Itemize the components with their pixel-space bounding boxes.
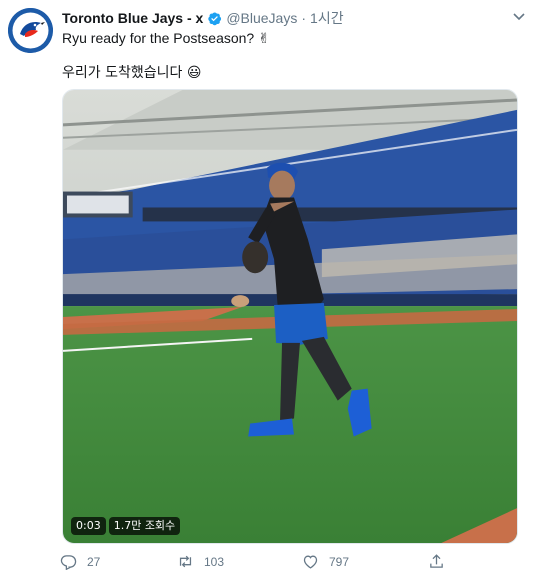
tweet-text-line1: Ryu ready for the Postseason? ✌: [62, 30, 270, 46]
tweet-card[interactable]: Toronto Blue Jays - x @BlueJays · 1시간 Ry…: [0, 0, 533, 575]
retweet-count: 103: [204, 554, 225, 569]
video-frame: [63, 90, 517, 543]
verified-icon: [207, 11, 222, 26]
separator-dot: ·: [301, 10, 307, 26]
reply-button[interactable]: 27: [60, 553, 100, 570]
user-handle[interactable]: @BlueJays: [226, 10, 297, 26]
caret-down-icon[interactable]: [511, 8, 527, 24]
like-count: 797: [329, 554, 350, 569]
video-duration: 0:03: [71, 517, 106, 535]
reply-icon: [60, 555, 77, 570]
avatar[interactable]: [8, 8, 53, 53]
tweet-header: Toronto Blue Jays - x @BlueJays · 1시간: [62, 8, 523, 28]
retweet-icon: [179, 555, 192, 568]
display-name[interactable]: Toronto Blue Jays - x: [62, 10, 203, 26]
reply-count: 27: [87, 554, 101, 569]
video-views: 1.7만 조회수: [108, 517, 181, 535]
video-badges: 0:03 1.7만 조회수: [71, 517, 183, 535]
like-icon: [303, 555, 318, 569]
tweet-text-line2: 우리가 도착했습니다 😃: [62, 65, 202, 81]
share-button[interactable]: [428, 553, 455, 570]
retweet-button[interactable]: 103: [177, 553, 224, 570]
tweet-actions: 27 103 797: [60, 553, 460, 573]
video-player[interactable]: 0:03 1.7만 조회수: [62, 89, 518, 544]
like-button[interactable]: 797: [302, 553, 349, 570]
share-icon: [430, 554, 443, 568]
timestamp[interactable]: 1시간: [310, 8, 344, 28]
blue-jays-logo: [8, 8, 53, 53]
